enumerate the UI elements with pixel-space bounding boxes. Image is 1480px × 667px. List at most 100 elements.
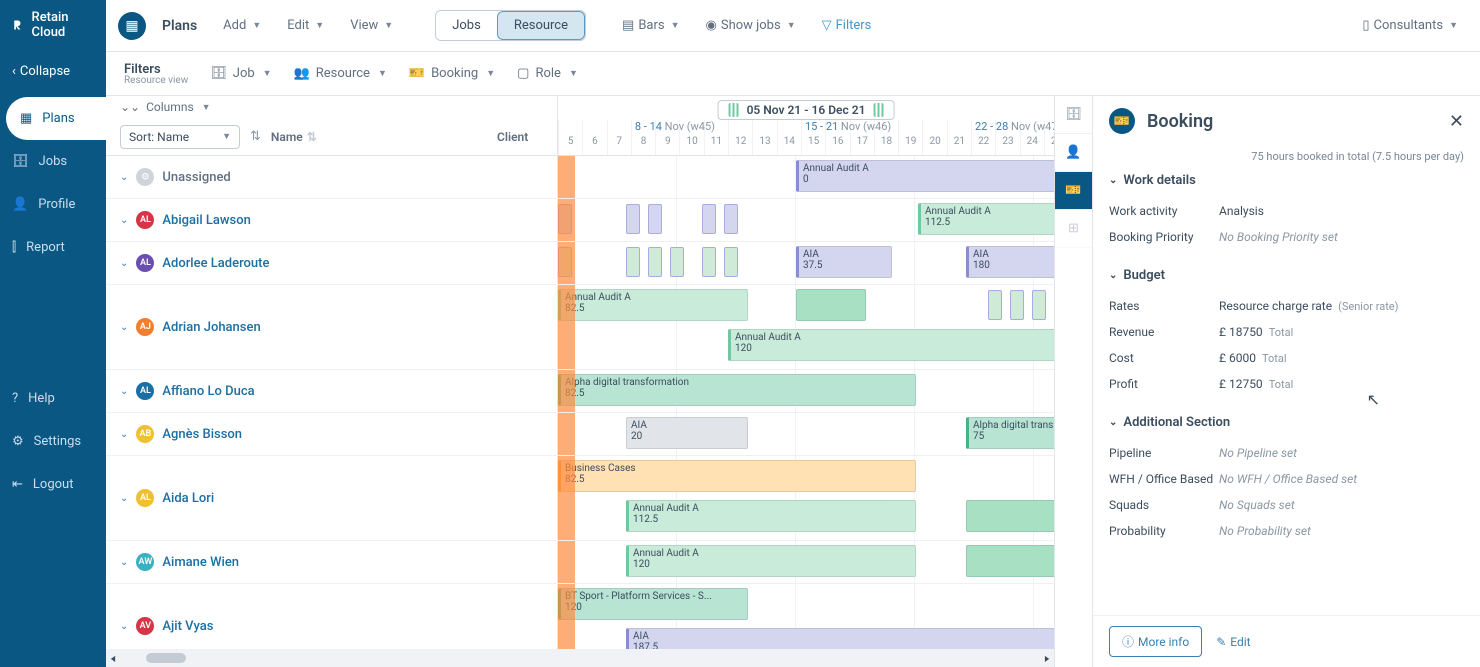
row-timeline[interactable]: Business Cases82.5Annual Audit A112.5 (558, 456, 1054, 540)
mini-bar[interactable] (670, 247, 684, 277)
booking-bar[interactable]: Annual Audit A82.5 (558, 289, 748, 321)
column-name-header[interactable]: Name ⇅ (271, 130, 487, 144)
day-cell[interactable]: 14 (777, 120, 801, 155)
booking-bar[interactable] (966, 545, 1054, 577)
nav-item-help[interactable]: ?Help (0, 377, 106, 420)
topbar-add[interactable]: Add▼ (213, 12, 271, 39)
section-header[interactable]: ⌄Budget (1109, 268, 1464, 283)
resource-name[interactable]: Adrian Johansen (162, 320, 260, 335)
mini-bar[interactable] (702, 204, 716, 234)
row-timeline[interactable]: AIA20 Alpha digital transformation75 (558, 413, 1054, 455)
nav-item-profile[interactable]: 👤Profile (0, 183, 106, 226)
sort-direction-icon[interactable]: ⇅ (250, 129, 261, 144)
day-cell[interactable]: 13 (752, 120, 776, 155)
edit-button[interactable]: ✎Edit (1216, 635, 1250, 649)
resource-name[interactable]: Aida Lori (162, 491, 214, 506)
column-client-header[interactable]: Client (497, 130, 543, 144)
booking-bar[interactable] (966, 500, 1054, 532)
date-range-pill[interactable]: 05 Nov 21 - 16 Dec 21 (718, 100, 895, 120)
booking-bar[interactable]: Annual Audit A112.5 (918, 203, 1054, 235)
resource-name[interactable]: Abigail Lawson (162, 213, 250, 228)
row-timeline[interactable]: Annual Audit A120 (558, 541, 1054, 583)
columns-toggle[interactable]: ⌄⌄ Columns ▼ (106, 96, 557, 118)
resource-name[interactable]: Agnès Bisson (162, 427, 242, 442)
row-header[interactable]: ⌄ AL Adorlee Laderoute (106, 242, 558, 284)
filter-job[interactable]: 🗄Job▼ (210, 66, 271, 81)
close-button[interactable]: ✕ (1449, 111, 1464, 132)
filter-resource[interactable]: 👥Resource▼ (294, 66, 387, 81)
booking-bar[interactable]: AIA180 (966, 246, 1054, 278)
row-header[interactable]: ⌄ AL Affiano Lo Duca (106, 370, 558, 412)
row-header[interactable]: ⌄ AL Abigail Lawson (106, 199, 558, 241)
resource-name[interactable]: Affiano Lo Duca (162, 384, 254, 399)
expand-icon[interactable]: ⌄ (120, 172, 128, 183)
booking-bar[interactable]: BT Sport - Platform Services - S...120 (558, 588, 748, 620)
booking-bar[interactable]: Annual Audit A120 (626, 545, 916, 577)
resource-name[interactable]: Ajit Vyas (162, 619, 213, 634)
more-info-button[interactable]: ⓘMore info (1109, 626, 1202, 657)
row-header[interactable]: ⌄ ⊙ Unassigned (106, 156, 558, 198)
resource-name[interactable]: Adorlee Laderoute (162, 256, 269, 271)
nav-item-plans[interactable]: ▦Plans (6, 97, 106, 140)
mini-bar[interactable] (988, 290, 1002, 320)
row-timeline[interactable]: BT Sport - Platform Services - S...120 AI… (558, 584, 1054, 649)
expand-icon[interactable]: ⌄ (120, 386, 128, 397)
day-cell[interactable]: 19 (898, 120, 922, 155)
row-timeline[interactable]: AIA37.5 AIA180 (558, 242, 1054, 284)
scroll-right-icon[interactable]: ▶ (1045, 654, 1049, 663)
expand-icon[interactable]: ⌄ (120, 557, 128, 568)
topbar-show-jobs[interactable]: ◉Show jobs▼ (696, 12, 806, 39)
nav-item-settings[interactable]: ⚙Settings (0, 420, 106, 463)
collapse-button[interactable]: ‹ Collapse (0, 50, 106, 93)
nav-item-jobs[interactable]: 🗄Jobs (0, 140, 106, 183)
booking-bar[interactable]: AIA20 (626, 417, 748, 449)
day-cell[interactable]: 6 (582, 120, 606, 155)
mini-bar[interactable] (648, 247, 662, 277)
row-timeline[interactable]: Annual Audit A112.5 (558, 199, 1054, 241)
row-header[interactable]: ⌄ AL Aida Lori (106, 456, 558, 540)
booking-bar[interactable]: Annual Audit A0 (796, 160, 1054, 192)
booking-bar[interactable]: AIA187.5 (626, 628, 1054, 649)
booking-bar[interactable]: AIA37.5 (796, 246, 892, 278)
scroll-left-icon[interactable]: ◀ (111, 654, 115, 663)
expand-icon[interactable]: ⌄ (120, 429, 128, 440)
topbar-edit[interactable]: Edit▼ (277, 12, 334, 39)
topbar-view[interactable]: View▼ (340, 12, 403, 39)
topbar-bars[interactable]: ▤Bars▼ (612, 12, 690, 39)
filter-booking[interactable]: 🎫Booking▼ (409, 66, 495, 81)
toggle-resource[interactable]: Resource (497, 11, 585, 40)
booking-bar[interactable]: Annual Audit A120 (728, 329, 1054, 361)
resource-name[interactable]: Unassigned (162, 170, 230, 185)
expand-icon[interactable]: ⌄ (120, 621, 128, 632)
side-tab-other[interactable]: ⊞ (1055, 210, 1092, 248)
expand-icon[interactable]: ⌄ (120, 215, 128, 226)
day-cell[interactable]: 5 (558, 120, 582, 155)
filter-role[interactable]: ▢Role▼ (517, 66, 578, 81)
mini-bar[interactable] (648, 204, 662, 234)
side-tab-person[interactable]: 👤 (1055, 134, 1092, 172)
topbar-consultants[interactable]: ▯Consultants▼ (1352, 12, 1468, 39)
booking-bar[interactable]: Alpha digital transformation75 (966, 417, 1054, 449)
expand-icon[interactable]: ⌄ (120, 493, 128, 504)
mini-bar[interactable] (1032, 290, 1046, 320)
day-cell[interactable]: 20 (922, 120, 946, 155)
resource-name[interactable]: Aimane Wien (162, 555, 239, 570)
row-header[interactable]: ⌄ AB Agnès Bisson (106, 413, 558, 455)
day-cell[interactable]: 21 (947, 120, 971, 155)
day-cell[interactable]: 12 (728, 120, 752, 155)
topbar-filters[interactable]: ▽Filters (812, 12, 882, 39)
row-timeline[interactable]: Alpha digital transformation82.5Bus165 (558, 370, 1054, 412)
mini-bar[interactable] (724, 247, 738, 277)
row-timeline[interactable]: Annual Audit A82.5Alpha75Annual Audit A1… (558, 285, 1054, 369)
row-header[interactable]: ⌄ AV Ajit Vyas (106, 584, 558, 649)
expand-icon[interactable]: ⌄ (120, 322, 128, 333)
panel-body[interactable]: 75 hours booked in total (7.5 hours per … (1093, 146, 1480, 615)
booking-bar[interactable] (796, 289, 866, 321)
day-cell[interactable]: 7 (607, 120, 631, 155)
handle-right-icon[interactable] (873, 103, 883, 117)
mini-bar[interactable] (1010, 290, 1024, 320)
handle-left-icon[interactable] (729, 103, 739, 117)
mini-bar[interactable] (626, 247, 640, 277)
booking-bar[interactable]: Business Cases82.5 (558, 460, 916, 492)
mini-bar[interactable] (626, 204, 640, 234)
